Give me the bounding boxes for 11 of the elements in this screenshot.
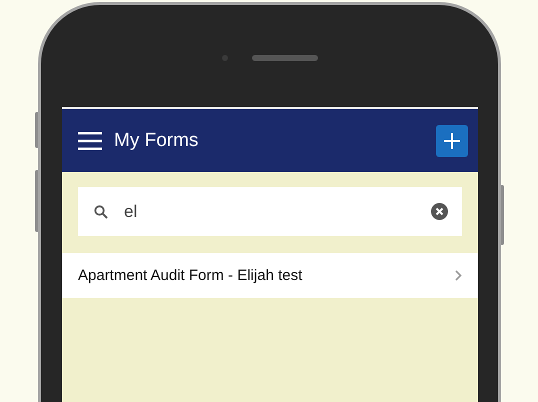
- menu-icon[interactable]: [78, 132, 102, 150]
- search-input[interactable]: el: [122, 200, 417, 222]
- search-icon: [94, 204, 108, 218]
- plus-icon: [444, 132, 460, 148]
- clear-icon[interactable]: [431, 203, 448, 220]
- form-list-item[interactable]: Apartment Audit Form - Elijah test: [62, 253, 478, 298]
- speaker-grille: [252, 55, 318, 61]
- app-title: My Forms: [114, 130, 200, 152]
- search-field[interactable]: el: [78, 187, 462, 236]
- chevron-icon: [455, 270, 462, 281]
- add-button[interactable]: [436, 124, 468, 156]
